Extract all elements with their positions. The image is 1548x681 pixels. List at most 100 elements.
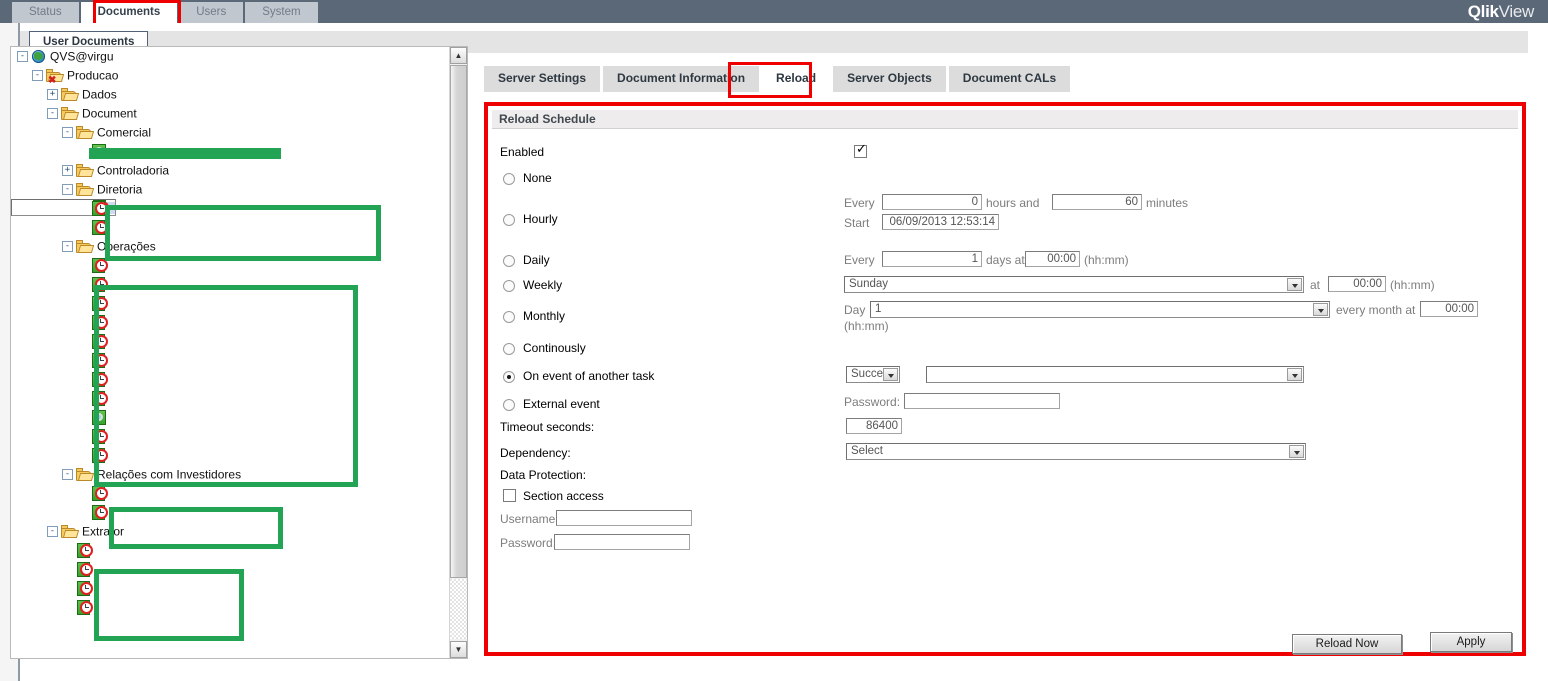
hourly-minutes-input[interactable]: 60 — [1052, 194, 1142, 210]
on-event-condition-select[interactable]: Succe: — [846, 366, 900, 383]
main-tab-users-label: Users — [196, 6, 227, 18]
main-tab-status[interactable]: Status — [12, 2, 81, 23]
weekly-time-input[interactable]: 00:00 — [1328, 276, 1386, 292]
tree-item-diretoria[interactable]: - Diretoria — [11, 180, 451, 199]
radio-monthly[interactable] — [503, 311, 515, 323]
tree-expander-toggle[interactable]: + — [62, 165, 73, 177]
tree-item-controladoria[interactable]: + Controladoria — [11, 161, 451, 180]
section-access-checkbox[interactable] — [503, 489, 516, 502]
hourly-start-input[interactable]: 06/09/2013 12:53:14 — [882, 214, 999, 230]
external-event-password-input[interactable] — [904, 393, 1060, 409]
main-tab-users[interactable]: Users — [179, 2, 246, 23]
document-tree-panel: - QVS@virgu - ✖ Producao + Dados - Document - Come… — [10, 46, 468, 659]
radio-weekly[interactable] — [503, 280, 515, 292]
folder-icon — [76, 125, 95, 140]
tree-item-label: Comercial — [97, 125, 152, 140]
weekly-at-label: at — [1310, 278, 1321, 292]
scrollbar-thumb[interactable] — [450, 65, 467, 578]
daily-days-input[interactable]: 1 — [882, 251, 982, 267]
check-icon: ✓ — [856, 142, 867, 157]
timeout-seconds-label: Timeout seconds: — [500, 420, 595, 434]
radio-external-event-label: External event — [523, 397, 600, 411]
radio-on-event-of-another-task[interactable] — [503, 371, 515, 383]
tab-document-information[interactable]: Document Information — [603, 66, 760, 92]
chevron-down-icon[interactable] — [1289, 445, 1304, 458]
monthly-time-input[interactable]: 00:00 — [1420, 301, 1478, 317]
apply-button[interactable]: Apply — [1430, 632, 1512, 652]
folder-icon — [76, 467, 95, 482]
dependency-select[interactable]: Select — [846, 443, 1306, 460]
tree-expander-toggle[interactable]: - — [62, 127, 73, 139]
tab-document-cals[interactable]: Document CALs — [948, 66, 1071, 92]
tree-item-document[interactable]: - Document — [11, 104, 451, 123]
logo-view-text: View — [1498, 2, 1535, 21]
tab-server-objects[interactable]: Server Objects — [833, 66, 946, 92]
radio-daily[interactable] — [503, 255, 515, 267]
hourly-hours-input[interactable]: 0 — [882, 194, 982, 210]
enabled-checkbox[interactable]: ✓ — [854, 142, 867, 158]
radio-hourly[interactable] — [503, 214, 515, 226]
tree-item-label: Producao — [67, 68, 119, 83]
tree-item-producao[interactable]: - ✖ Producao — [11, 66, 451, 85]
scheduled-task-icon — [77, 542, 95, 559]
tree-vertical-scrollbar[interactable]: ▲ ▼ — [449, 47, 467, 658]
radio-monthly-label: Monthly — [523, 309, 566, 323]
hourly-start-label: Start — [844, 216, 870, 230]
highlight-box-reload-panel: Reload Schedule Enabled ✓ None Hourly Ev… — [484, 102, 1526, 656]
folder-error-icon: ✖ — [46, 68, 65, 85]
redaction-overlay — [94, 569, 244, 641]
tree-item-comercial[interactable]: - Comercial — [11, 123, 451, 142]
daily-every-label: Every — [844, 253, 875, 267]
chevron-down-icon[interactable] — [1287, 278, 1302, 291]
scroll-up-arrow-icon[interactable]: ▲ — [450, 47, 467, 64]
daily-time-input[interactable]: 00:00 — [1025, 251, 1080, 267]
globe-icon — [31, 49, 46, 64]
radio-on-event-of-another-task-label: On event of another task — [523, 369, 655, 383]
tree-item-label: Dados — [82, 87, 117, 102]
tree-expander-toggle[interactable]: - — [62, 241, 73, 253]
password-input[interactable] — [554, 534, 690, 550]
on-event-condition-value: Succe: — [851, 368, 887, 380]
radio-none[interactable] — [503, 173, 515, 185]
monthly-day-label: Day — [844, 303, 866, 317]
tree-item-icon-wrap — [61, 87, 82, 101]
main-tab-documents[interactable]: Documents — [80, 2, 180, 23]
username-input[interactable] — [556, 510, 692, 526]
dependency-value: Select — [851, 445, 883, 457]
redaction-overlay — [89, 148, 281, 159]
tree-item-dados[interactable]: + Dados — [11, 85, 451, 104]
tree-expander-toggle[interactable]: - — [32, 70, 43, 82]
tree-item-qvs-virgu[interactable]: - QVS@virgu — [11, 47, 451, 66]
radio-continously[interactable] — [503, 343, 515, 355]
tree-expander-toggle[interactable]: - — [62, 184, 73, 196]
scrollbar-track[interactable] — [450, 579, 467, 639]
chevron-down-icon[interactable] — [1313, 303, 1328, 316]
tab-reload-label: Reload — [776, 71, 817, 85]
timeout-seconds-input[interactable]: 86400 — [846, 418, 902, 434]
document-detail-area: Server Settings Document Information Rel… — [476, 36, 1526, 658]
weekly-hhmm-label: (hh:mm) — [1390, 278, 1435, 292]
tab-server-settings[interactable]: Server Settings — [484, 66, 601, 92]
radio-external-event[interactable] — [503, 399, 515, 411]
tree-expander-toggle[interactable]: - — [47, 108, 58, 120]
tree-expander-toggle[interactable]: - — [47, 526, 58, 538]
daily-hhmm-label: (hh:mm) — [1084, 253, 1129, 267]
redaction-overlay — [105, 205, 381, 261]
tree-expander-toggle[interactable]: - — [17, 51, 28, 63]
reload-now-button[interactable]: Reload Now — [1292, 634, 1402, 654]
tree-expander-toggle[interactable]: - — [62, 469, 73, 481]
scroll-down-arrow-icon[interactable]: ▼ — [450, 641, 467, 658]
weekly-day-select[interactable]: Sunday — [844, 276, 1304, 293]
chevron-down-icon[interactable] — [1287, 368, 1302, 381]
tab-reload[interactable]: Reload — [762, 66, 831, 92]
folder-icon — [76, 182, 95, 197]
main-tab-system-label: System — [262, 6, 301, 18]
main-tab-system[interactable]: System — [245, 2, 320, 23]
username-label: Username: — [500, 512, 559, 526]
radio-none-label: None — [523, 171, 552, 185]
on-event-task-select[interactable] — [926, 366, 1304, 383]
chevron-down-icon[interactable] — [883, 368, 898, 381]
tree-expander-toggle[interactable]: + — [47, 89, 58, 101]
monthly-day-select[interactable]: 1 — [870, 301, 1330, 318]
tab-document-information-label: Document Information — [617, 71, 746, 85]
